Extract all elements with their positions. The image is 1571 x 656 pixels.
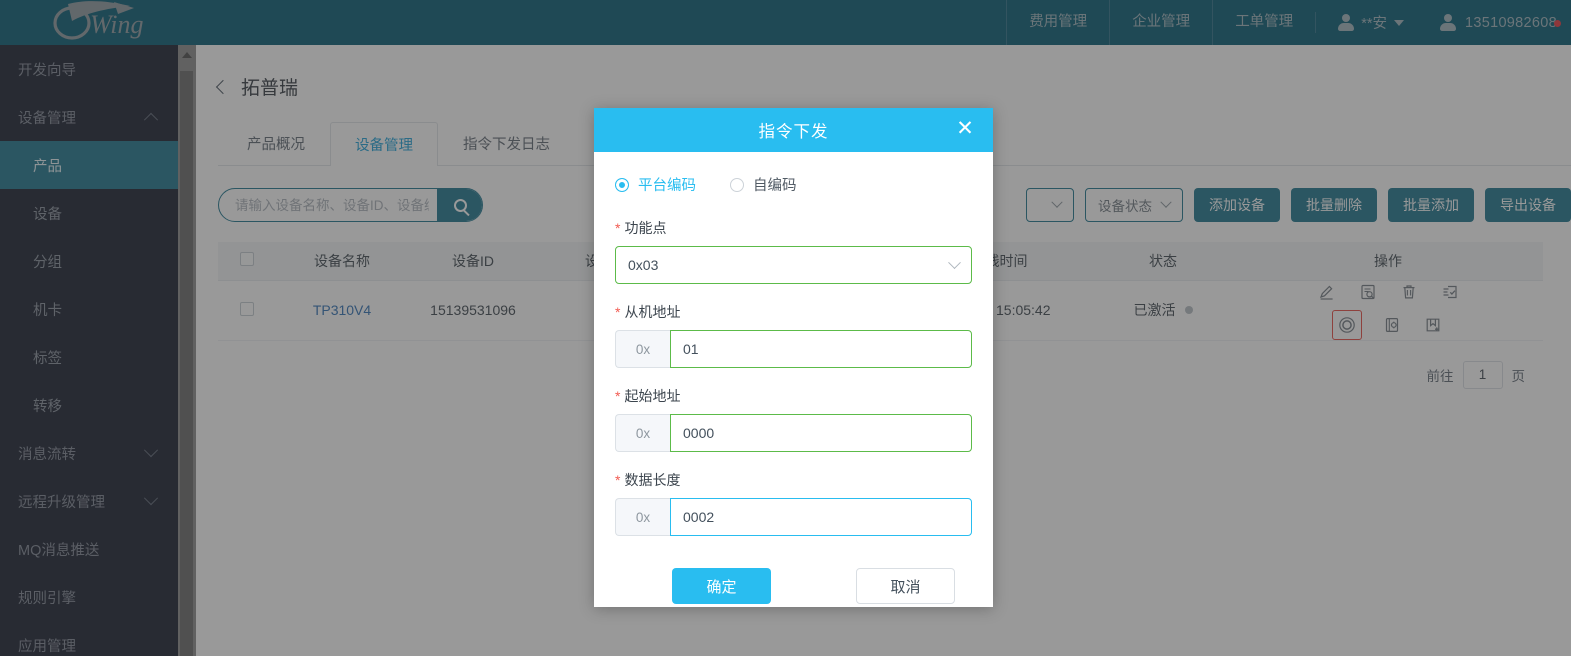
field-label-text: 从机地址 (624, 304, 680, 320)
start-address-input[interactable] (670, 414, 972, 452)
dialog-body: 平台编码 自编码 *功能点 0x03 *从机地址 (594, 152, 993, 604)
data-length-row: 0x (615, 498, 972, 536)
data-length-input[interactable] (670, 498, 972, 536)
required-asterisk: * (615, 388, 620, 404)
required-asterisk: * (615, 304, 620, 320)
dialog-header: 指令下发 ✕ (594, 108, 993, 152)
start-address-row: 0x (615, 414, 972, 452)
hex-prefix-label: 0x (615, 330, 670, 368)
app-root: Wing 费用管理 企业管理 工单管理 **安 13510982608 开发向导… (0, 0, 1571, 656)
confirm-button[interactable]: 确定 (672, 568, 771, 604)
required-asterisk: * (615, 220, 620, 236)
radio-label: 平台编码 (638, 174, 696, 195)
cancel-button[interactable]: 取消 (856, 568, 955, 604)
radio-platform-encoding[interactable]: 平台编码 (615, 174, 696, 195)
field-slave-address: *从机地址 0x (615, 302, 972, 368)
field-function-point: *功能点 0x03 (615, 218, 972, 284)
field-start-address: *起始地址 0x (615, 386, 972, 452)
radio-custom-encoding[interactable]: 自编码 (730, 174, 797, 195)
close-icon[interactable]: ✕ (955, 119, 975, 139)
function-point-select[interactable]: 0x03 (615, 246, 972, 284)
radio-label: 自编码 (753, 174, 797, 195)
field-label-text: 功能点 (624, 220, 666, 236)
slave-address-row: 0x (615, 330, 972, 368)
encoding-radio-group: 平台编码 自编码 (615, 174, 972, 195)
command-dispatch-dialog: 指令下发 ✕ 平台编码 自编码 *功能点 0x03 (594, 108, 993, 607)
field-label: *数据长度 (615, 470, 972, 490)
hex-prefix-label: 0x (615, 414, 670, 452)
radio-dot-icon (615, 178, 629, 192)
field-label: *起始地址 (615, 386, 972, 406)
chevron-down-icon (948, 256, 961, 269)
radio-dot-icon (730, 178, 744, 192)
field-label: *从机地址 (615, 302, 972, 322)
field-label-text: 起始地址 (624, 388, 680, 404)
dialog-title: 指令下发 (759, 118, 829, 142)
hex-prefix-label: 0x (615, 498, 670, 536)
field-label-text: 数据长度 (624, 472, 680, 488)
required-asterisk: * (615, 472, 620, 488)
dialog-footer: 确定 取消 (615, 554, 972, 604)
field-data-length: *数据长度 0x (615, 470, 972, 536)
slave-address-input[interactable] (670, 330, 972, 368)
field-label: *功能点 (615, 218, 972, 238)
function-point-value: 0x03 (628, 257, 658, 273)
